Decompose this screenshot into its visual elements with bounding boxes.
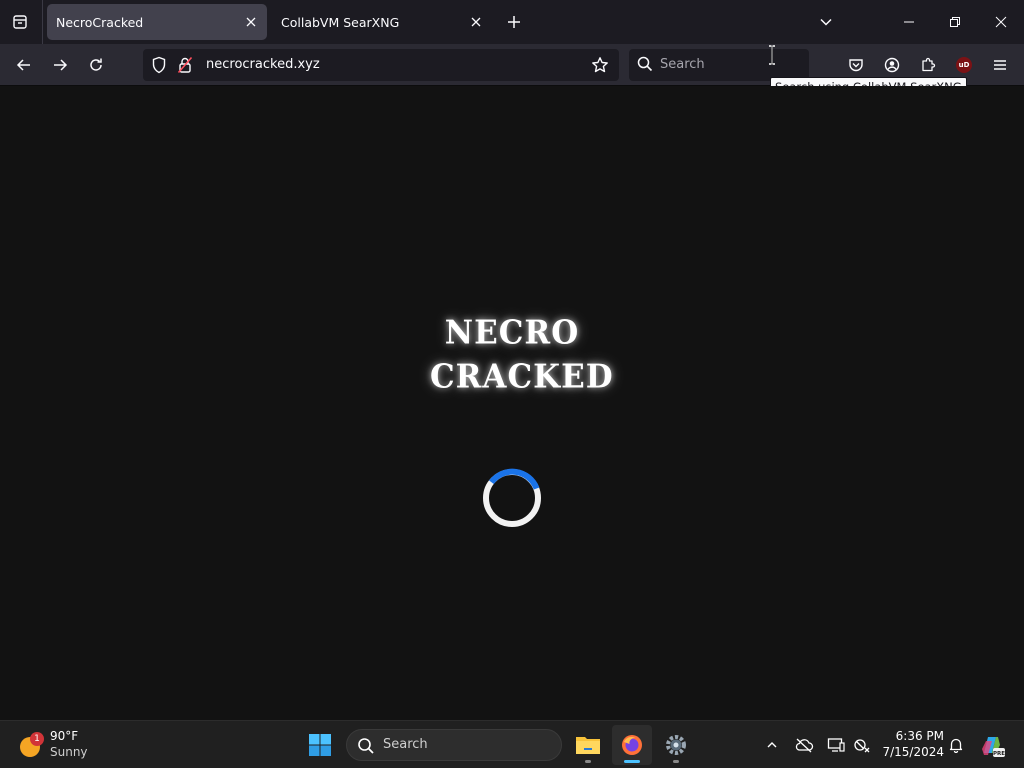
close-window-button[interactable] xyxy=(978,0,1024,44)
app-running-indicator xyxy=(673,760,679,763)
new-tab-button[interactable] xyxy=(500,8,528,36)
pocket-button[interactable] xyxy=(841,50,871,80)
windows-taskbar: 1 90°F Sunny Search 6:36 PM 7/15/2024 PR… xyxy=(0,720,1024,768)
puzzle-icon xyxy=(922,57,936,72)
show-hidden-icons-button[interactable] xyxy=(760,733,784,757)
app-menu-button[interactable] xyxy=(985,50,1015,80)
notification-center-button[interactable] xyxy=(944,733,968,757)
windows-logo-icon xyxy=(309,734,331,756)
logo-line-1: NECRO xyxy=(444,314,580,352)
firefox-icon xyxy=(622,735,642,755)
minimize-button[interactable] xyxy=(886,0,932,44)
loading-spinner xyxy=(483,468,541,527)
firefox-app[interactable] xyxy=(612,725,652,765)
ublock-origin-button[interactable]: uD xyxy=(949,50,979,80)
insecure-lock-icon[interactable] xyxy=(177,56,193,78)
chevron-up-icon xyxy=(767,742,777,748)
chevron-down-icon xyxy=(820,18,832,26)
search-icon xyxy=(357,737,375,759)
taskbar-search-box[interactable]: Search xyxy=(346,729,562,761)
cloud-offline-icon xyxy=(795,738,814,753)
settings-app[interactable] xyxy=(656,725,696,765)
restore-icon xyxy=(950,17,960,27)
tab-close-button[interactable] xyxy=(464,10,488,34)
text-cursor-icon xyxy=(769,45,775,65)
network-tray-icon[interactable] xyxy=(850,733,874,757)
tab-close-button[interactable] xyxy=(239,10,263,34)
arrow-left-icon xyxy=(16,59,30,71)
ublock-origin-icon: uD xyxy=(956,57,972,73)
restore-button[interactable] xyxy=(932,0,978,44)
plus-icon xyxy=(508,16,520,28)
app-running-indicator xyxy=(585,760,591,763)
hamburger-menu-icon xyxy=(994,60,1006,70)
list-all-tabs-button[interactable] xyxy=(812,8,840,36)
close-icon xyxy=(246,17,256,27)
firefox-view-button[interactable] xyxy=(6,8,34,36)
reload-icon xyxy=(90,58,102,71)
file-explorer-app[interactable] xyxy=(568,725,608,765)
bookmark-star-icon[interactable] xyxy=(591,56,609,78)
tab-strip: NecroCracked CollabVM SearXNG xyxy=(0,0,1024,44)
pocket-icon xyxy=(849,59,863,72)
tab-title: CollabVM SearXNG xyxy=(281,14,400,30)
taskbar-search-placeholder: Search xyxy=(383,737,428,752)
display-tray-icon[interactable] xyxy=(824,733,848,757)
tab-separator xyxy=(42,0,43,44)
minimize-icon xyxy=(904,21,914,23)
extensions-button[interactable] xyxy=(913,50,943,80)
monitor-icon xyxy=(827,738,845,752)
clock-date: 7/15/2024 xyxy=(882,745,944,759)
network-disconnected-icon xyxy=(854,739,870,753)
screen: NecroCracked CollabVM SearXNG necrocrack… xyxy=(0,0,1024,768)
bell-icon xyxy=(949,738,963,753)
gear-icon xyxy=(666,735,686,755)
reload-button[interactable] xyxy=(81,50,111,80)
close-icon xyxy=(995,16,1007,28)
tab-necrocracked[interactable]: NecroCracked xyxy=(47,4,267,40)
start-button[interactable] xyxy=(304,729,336,761)
close-icon xyxy=(471,17,481,27)
taskbar-clock[interactable]: 6:36 PM 7/15/2024 xyxy=(876,728,944,760)
arrow-right-icon xyxy=(54,59,68,71)
tab-title: NecroCracked xyxy=(56,14,144,30)
search-icon xyxy=(637,56,653,76)
necrocracked-logo: NECRO CRACKED xyxy=(430,311,614,411)
account-button[interactable] xyxy=(877,50,907,80)
tracking-protection-shield-icon[interactable] xyxy=(151,56,167,78)
back-button[interactable] xyxy=(9,50,39,80)
tab-collabvm-searxng[interactable]: CollabVM SearXNG xyxy=(272,4,492,40)
copilot-icon[interactable]: PRE xyxy=(978,731,1006,759)
url-text[interactable]: necrocracked.xyz xyxy=(206,57,320,72)
onedrive-tray-icon[interactable] xyxy=(792,733,816,757)
firefox-view-icon xyxy=(13,15,27,29)
svg-text:PRE: PRE xyxy=(993,751,1005,757)
app-active-indicator xyxy=(624,760,640,763)
weather-condition: Sunny xyxy=(50,745,88,759)
page-content: NECRO CRACKED xyxy=(0,86,1024,720)
search-placeholder: Search xyxy=(660,57,705,72)
address-bar[interactable]: necrocracked.xyz xyxy=(143,49,619,81)
notification-badge: 1 xyxy=(30,732,44,746)
weather-widget[interactable]: 1 90°F Sunny xyxy=(18,727,108,763)
clock-time: 6:36 PM xyxy=(895,729,944,743)
folder-icon xyxy=(576,737,600,754)
logo-line-2: CRACKED xyxy=(430,358,614,396)
account-icon xyxy=(884,57,900,73)
forward-button[interactable] xyxy=(45,50,75,80)
weather-temperature: 90°F xyxy=(50,729,79,743)
